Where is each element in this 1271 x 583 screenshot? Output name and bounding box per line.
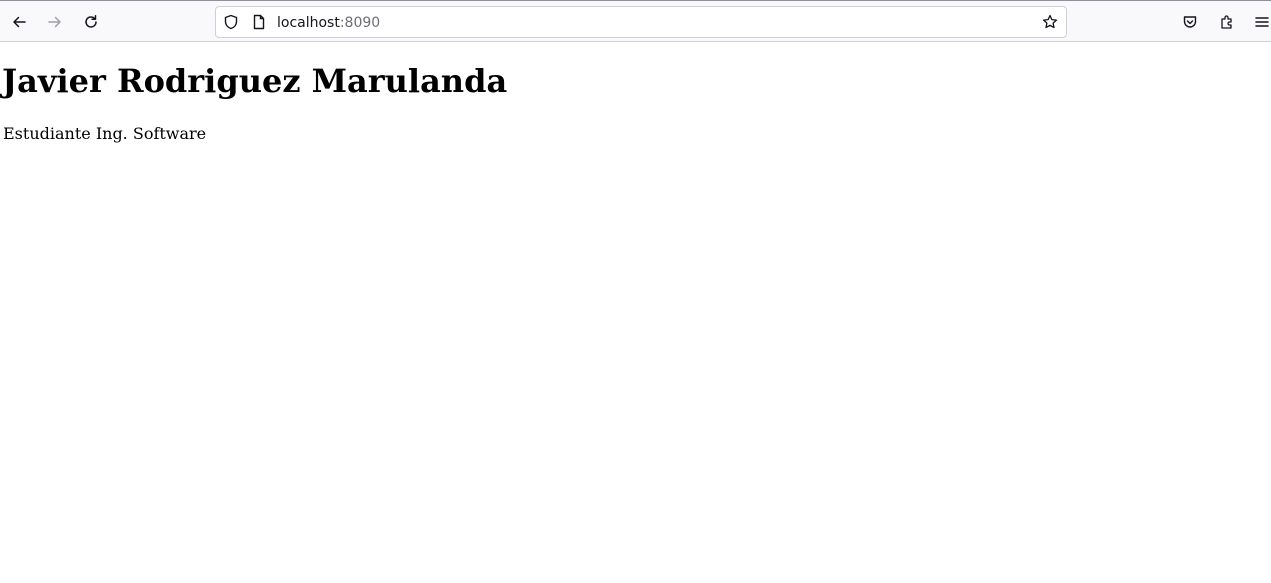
url-port: :8090 — [339, 15, 381, 31]
url-host: localhost — [277, 15, 340, 31]
url-bar[interactable]: localhost:8090 — [215, 6, 1067, 38]
menu-button[interactable] — [1247, 7, 1271, 37]
extensions-button[interactable] — [1212, 7, 1242, 37]
back-arrow-icon — [13, 16, 26, 28]
pocket-icon — [1183, 16, 1197, 28]
url-text[interactable]: localhost:8090 — [277, 14, 380, 32]
page-icon[interactable] — [251, 14, 267, 30]
tracking-protection-shield-icon[interactable] — [223, 14, 239, 30]
reload-icon — [85, 15, 97, 28]
hamburger-menu-icon — [1255, 17, 1269, 27]
page-title: Javier Rodriguez Marulanda — [2, 62, 508, 100]
back-button[interactable] — [4, 7, 34, 37]
forward-arrow-icon — [48, 16, 61, 28]
star-icon[interactable] — [1042, 14, 1058, 30]
pocket-button[interactable] — [1175, 7, 1205, 37]
forward-button[interactable] — [40, 7, 70, 37]
browser-toolbar: localhost:8090 — [0, 0, 1271, 42]
reload-button[interactable] — [76, 7, 106, 37]
extensions-icon — [1221, 15, 1232, 29]
page-subtitle: Estudiante Ing. Software — [3, 124, 207, 143]
